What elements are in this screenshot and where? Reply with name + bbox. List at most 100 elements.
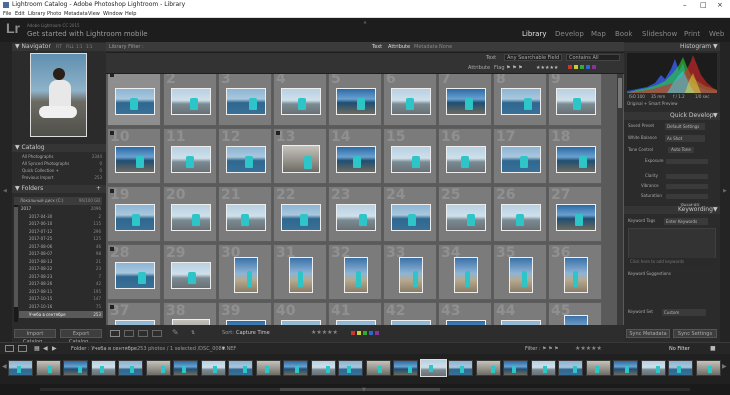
catalog-header[interactable]: ▼ Catalog (12, 144, 106, 152)
grid-cell[interactable]: 7 (438, 74, 492, 126)
filter-tab-text[interactable]: Text (372, 44, 382, 51)
toolbar-color-blue[interactable] (369, 331, 373, 335)
menu-edit[interactable]: Edit (15, 10, 25, 18)
grid-cell[interactable]: 26 (493, 186, 547, 242)
photo-thumbnail[interactable] (115, 145, 155, 173)
photo-thumbnail[interactable] (556, 203, 596, 231)
grid-scroll-thumb[interactable] (618, 78, 622, 108)
module-library[interactable]: Library (522, 30, 546, 38)
filmstrip-thumbnail[interactable] (695, 360, 721, 376)
grid-cell[interactable]: 15 (383, 128, 437, 184)
color-filter-purple[interactable] (592, 65, 596, 69)
navigator-preview[interactable] (30, 53, 87, 137)
right-panel-arrow-icon[interactable]: ▶ (723, 188, 727, 194)
grid-cell[interactable]: 13 (273, 128, 327, 184)
back-arrow-icon[interactable]: ◀ (43, 345, 48, 352)
photo-thumbnail[interactable] (501, 87, 541, 115)
flag-badge-icon[interactable] (110, 305, 114, 309)
menu-metadata[interactable]: Metadata (64, 10, 88, 18)
grid-cell[interactable]: 10 (107, 128, 161, 184)
close-icon[interactable]: × (717, 0, 723, 10)
photo-thumbnail[interactable] (226, 87, 266, 115)
folder-item[interactable]: 2017-08-06 (29, 244, 52, 250)
grid-cell[interactable]: 40 (273, 302, 327, 325)
filmstrip-thumbnail[interactable] (200, 360, 226, 376)
grid-cell[interactable]: 36 (548, 244, 602, 300)
photo-thumbnail[interactable] (454, 257, 478, 293)
zoom-fit[interactable]: FIT (56, 43, 62, 51)
grid-cell[interactable]: 21 (218, 186, 272, 242)
photo-thumbnail[interactable] (336, 145, 376, 173)
navigator-header[interactable]: ▼ Navigator FIT FILL 1:1 3:1 (12, 43, 106, 51)
folder-item-selected[interactable]: Учеба в сентябре 253 (19, 311, 103, 318)
quick-develop-header[interactable]: Quick Develop ▼ (624, 112, 720, 120)
sort-icon[interactable]: ⇅ (191, 330, 195, 337)
menu-help[interactable]: Help (125, 10, 136, 18)
grid-cell[interactable]: 24 (383, 186, 437, 242)
keyword-set-select[interactable]: Custom (662, 309, 706, 316)
zoom-3-1[interactable]: 3:1 (86, 43, 92, 51)
filmstrip-thumbnail[interactable] (558, 360, 583, 376)
zoom-1-1[interactable]: 1:1 (76, 43, 82, 51)
contains-select[interactable]: Contains All (566, 54, 620, 61)
grid-cell[interactable]: 19 (107, 186, 161, 242)
grid-cell[interactable]: 5 (328, 74, 382, 126)
filmstrip-thumbnail[interactable] (63, 360, 88, 376)
clarity-buttons[interactable] (666, 174, 708, 179)
filmstrip-thumbnail[interactable] (338, 360, 363, 376)
grid-cell[interactable]: 35 (493, 244, 547, 300)
grid-cell[interactable]: 39 (218, 302, 272, 325)
grid-cell[interactable]: 23 (328, 186, 382, 242)
minimize-icon[interactable]: – (683, 0, 687, 10)
color-filter-blue[interactable] (586, 65, 590, 69)
toolbar-color-red[interactable] (351, 331, 355, 335)
photo-thumbnail[interactable] (501, 145, 541, 173)
compare-view-icon[interactable] (138, 330, 148, 337)
photo-thumbnail[interactable] (564, 315, 588, 325)
forward-arrow-icon[interactable]: ▶ (52, 345, 57, 352)
rating-filter-stars[interactable]: ★★★★★ (536, 65, 558, 72)
folder-item[interactable]: 2017-07-25 (29, 236, 52, 242)
toolbar-rating-stars[interactable]: ★★★★★ (311, 329, 338, 336)
filmstrip-thumbnail[interactable] (310, 360, 336, 376)
grid-cell[interactable]: 41 (328, 302, 382, 325)
filmstrip-thumbnail[interactable] (118, 360, 143, 376)
keyword-tags-select[interactable]: Enter Keywords (664, 218, 708, 225)
toolbar-color-purple[interactable] (375, 331, 379, 335)
module-print[interactable]: Print (684, 30, 700, 38)
flag-badge-icon[interactable] (110, 131, 114, 135)
photo-thumbnail[interactable] (509, 257, 533, 293)
photo-thumbnail[interactable] (446, 145, 486, 173)
grid-cell[interactable]: 14 (328, 128, 382, 184)
filter-select[interactable]: No Filter (669, 346, 690, 353)
grid-cell[interactable]: 31 (273, 244, 327, 300)
grid-cell[interactable]: 2 (163, 74, 217, 126)
left-panel-arrow-icon[interactable]: ◀ (3, 188, 7, 194)
folders-scroll-thumb[interactable] (14, 207, 18, 307)
painter-icon[interactable]: ✎ (172, 328, 179, 337)
keyword-input[interactable]: Click here to add keywords (628, 258, 716, 266)
menu-library[interactable]: Library (28, 10, 45, 18)
grid-cell[interactable]: 43 (438, 302, 492, 325)
filmstrip-thumbnail[interactable] (90, 360, 116, 376)
grid-cell[interactable]: 34 (438, 244, 492, 300)
photo-thumbnail[interactable] (501, 203, 541, 231)
filmstrip-thumbnail[interactable] (503, 360, 528, 376)
any-field-select[interactable]: Any Searchable Field (504, 54, 562, 61)
folder-item[interactable]: 2017-08-26 (29, 281, 52, 287)
photo-thumbnail[interactable] (336, 203, 376, 231)
filmstrip-thumbnail[interactable] (448, 360, 473, 376)
folder-item[interactable]: 2017-07-12 (29, 229, 52, 235)
photo-thumbnail[interactable] (336, 87, 376, 115)
photo-thumbnail[interactable] (446, 87, 486, 115)
photo-thumbnail[interactable] (234, 257, 258, 293)
grid-cell[interactable]: 28 (107, 244, 161, 300)
grid-cell[interactable]: 27 (548, 186, 602, 242)
photo-thumbnail[interactable] (115, 87, 155, 115)
grid-cell[interactable]: 38 (163, 302, 217, 325)
sort-select[interactable]: Capture Time (236, 330, 270, 337)
photo-thumbnail[interactable] (115, 203, 155, 231)
color-filter-green[interactable] (580, 65, 584, 69)
filmstrip-thumbnail[interactable] (173, 360, 198, 376)
flag-badge-icon[interactable] (110, 247, 114, 251)
